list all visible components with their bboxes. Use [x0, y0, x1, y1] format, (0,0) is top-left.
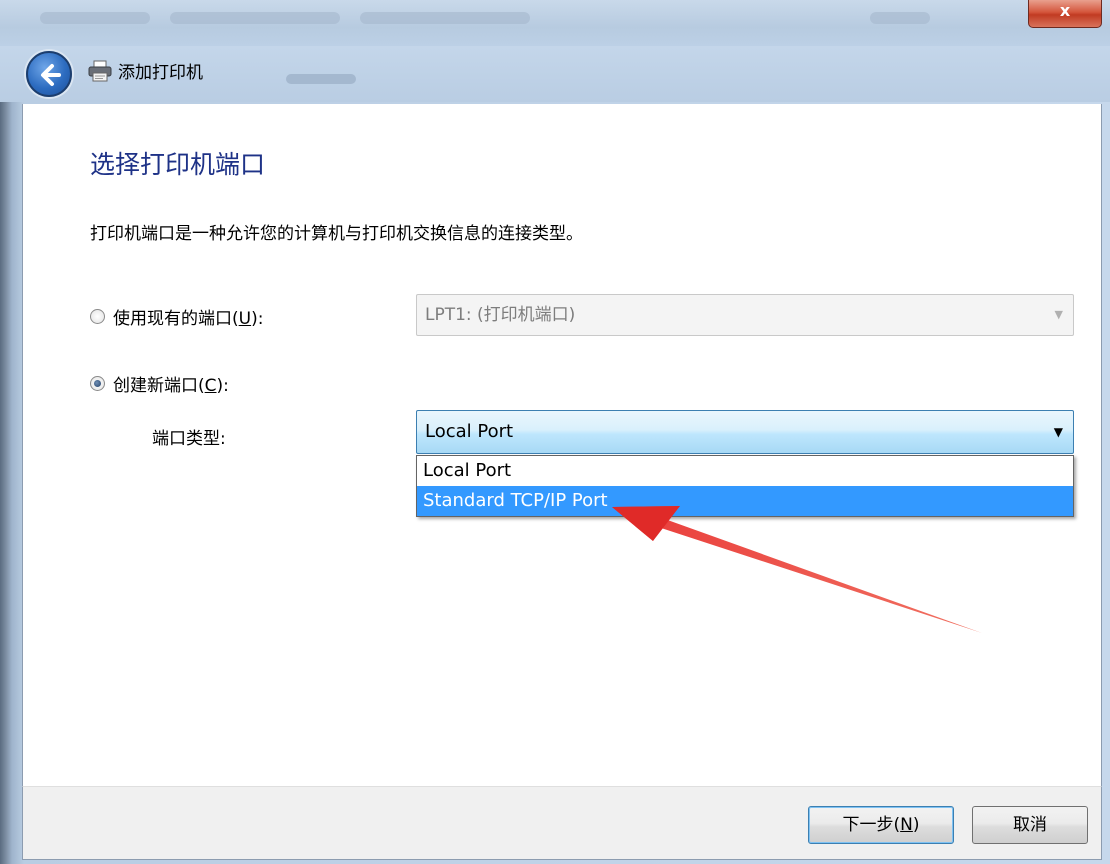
title-bar: x [0, 0, 1110, 46]
blurred-search [870, 12, 930, 24]
chevron-down-icon: ▼ [1054, 308, 1063, 321]
existing-port-radio[interactable] [90, 309, 105, 324]
new-port-label: 创建新端口(C): [113, 376, 229, 396]
existing-port-option[interactable]: 使用现有的端口(U): [90, 304, 263, 329]
new-port-option[interactable]: 创建新端口(C): [90, 371, 229, 396]
blurred-toolbar-item [286, 74, 356, 84]
next-button[interactable]: 下一步(N) [808, 806, 954, 844]
port-type-dropdown: Local Port Standard TCP/IP Port [416, 455, 1074, 517]
printer-icon [88, 60, 112, 82]
port-type-label: 端口类型: [152, 429, 226, 449]
existing-port-label: 使用现有的端口(U): [113, 309, 264, 329]
page-title: 选择打印机端口 [90, 150, 266, 179]
blurred-breadcrumb [40, 12, 150, 24]
close-button[interactable]: x [1028, 0, 1102, 28]
cancel-button[interactable]: 取消 [972, 806, 1088, 844]
new-port-radio[interactable] [90, 376, 105, 391]
add-printer-window: x 添加打印机 选择打印机端口 打印机端口是一种允许您的计算机与打印机交换信息的… [0, 0, 1110, 864]
back-arrow-icon [41, 64, 61, 86]
chevron-down-icon[interactable]: ▼ [1054, 411, 1063, 453]
blurred-breadcrumb [360, 12, 530, 24]
port-type-value: Local Port [425, 421, 514, 442]
blurred-breadcrumb [170, 12, 340, 24]
dropdown-option-tcpip-port[interactable]: Standard TCP/IP Port [417, 486, 1073, 516]
existing-port-select: LPT1: (打印机端口) ▼ [416, 294, 1074, 336]
page-description: 打印机端口是一种允许您的计算机与打印机交换信息的连接类型。 [90, 224, 583, 244]
port-type-select[interactable]: Local Port ▼ [416, 410, 1074, 454]
back-button[interactable] [26, 51, 72, 97]
dropdown-option-local-port[interactable]: Local Port [417, 456, 1073, 486]
window-title: 添加打印机 [118, 63, 203, 83]
existing-port-value: LPT1: (打印机端口) [425, 305, 576, 325]
